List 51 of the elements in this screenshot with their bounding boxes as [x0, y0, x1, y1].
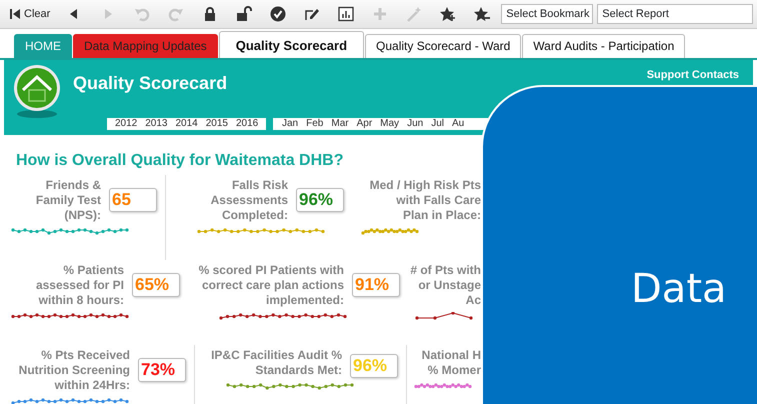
month-option[interactable]: Mar	[326, 118, 352, 130]
section-heading: How is Overall Quality for Waitemata DHB?	[16, 151, 344, 171]
kpi-label: # of Pts with or Unstage Ac	[410, 263, 481, 308]
kpi-label: % Patients assessed for PI within 8 hours:	[36, 263, 124, 308]
chart-icon	[338, 6, 354, 22]
tab[interactable]: Quality Scorecard - Ward	[365, 34, 522, 58]
kpi-value: 91%	[352, 273, 400, 297]
year-option[interactable]: 2012	[111, 118, 142, 130]
report-dropdown[interactable]: Select Report	[597, 4, 753, 24]
month-option[interactable]: Feb	[301, 118, 326, 130]
month-option[interactable]: Apr	[352, 118, 376, 130]
kpi-label: National H % Momer	[422, 348, 481, 378]
kpi-value: 65%	[132, 273, 180, 297]
kpi-value: 96%	[296, 188, 344, 212]
star-minus-icon	[474, 6, 490, 22]
year-option[interactable]: 2014	[172, 118, 202, 130]
kpi-value: 73%	[138, 358, 186, 382]
kpi-label: Falls Risk Assessments Completed:	[210, 178, 288, 223]
unlock-icon	[236, 6, 252, 22]
kpi-label: IP&C Facilities Audit % Standards Met:	[211, 348, 342, 378]
kpi-label: % Pts Received Nutrition Screening within 24Hrs:	[18, 348, 130, 393]
kpi-value: 65	[109, 188, 157, 212]
wand-icon	[406, 6, 422, 22]
clear-button[interactable]: Clear	[4, 2, 56, 26]
kpi-value: 96%	[350, 354, 398, 378]
kpi-label: Med / High Risk Pts with Falls Care Plan in Place:	[370, 178, 481, 223]
year-option[interactable]: 2013	[141, 118, 172, 130]
page-title: Quality Scorecard	[73, 72, 228, 95]
month-option[interactable]: May	[375, 118, 402, 130]
undo-icon	[134, 6, 150, 22]
plus-icon	[372, 6, 388, 22]
month-option[interactable]: Jun	[402, 118, 426, 130]
kpi-label: % scored PI Patients with correct care plan actions implemented:	[198, 263, 344, 308]
tab[interactable]: Ward Audits - Participation	[522, 34, 686, 58]
redo-icon	[168, 6, 184, 22]
month-option[interactable]: Jul	[426, 118, 447, 130]
month-option[interactable]: Jan	[277, 118, 302, 130]
month-selector[interactable]: Jan Feb Mar Apr May Jun Jul Au	[273, 118, 488, 130]
pencil-icon	[304, 6, 320, 22]
year-selector[interactable]: 2012 2013 2014 2015 2016	[107, 118, 266, 130]
tab[interactable]: Quality Scorecard	[218, 31, 364, 58]
bookmark-dropdown[interactable]: Select Bookmark	[501, 4, 594, 24]
check-circle-icon	[270, 6, 286, 22]
overlay-title: Data	[631, 265, 727, 314]
year-option[interactable]: 2016	[232, 118, 262, 130]
month-option[interactable]: Au	[446, 118, 468, 130]
first-page-icon	[9, 8, 21, 20]
year-option[interactable]: 2015	[202, 118, 232, 130]
house-logo-icon	[12, 64, 62, 120]
star-plus-icon	[440, 6, 456, 22]
kpi-label: Friends & Family Test (NPS):	[36, 178, 101, 223]
